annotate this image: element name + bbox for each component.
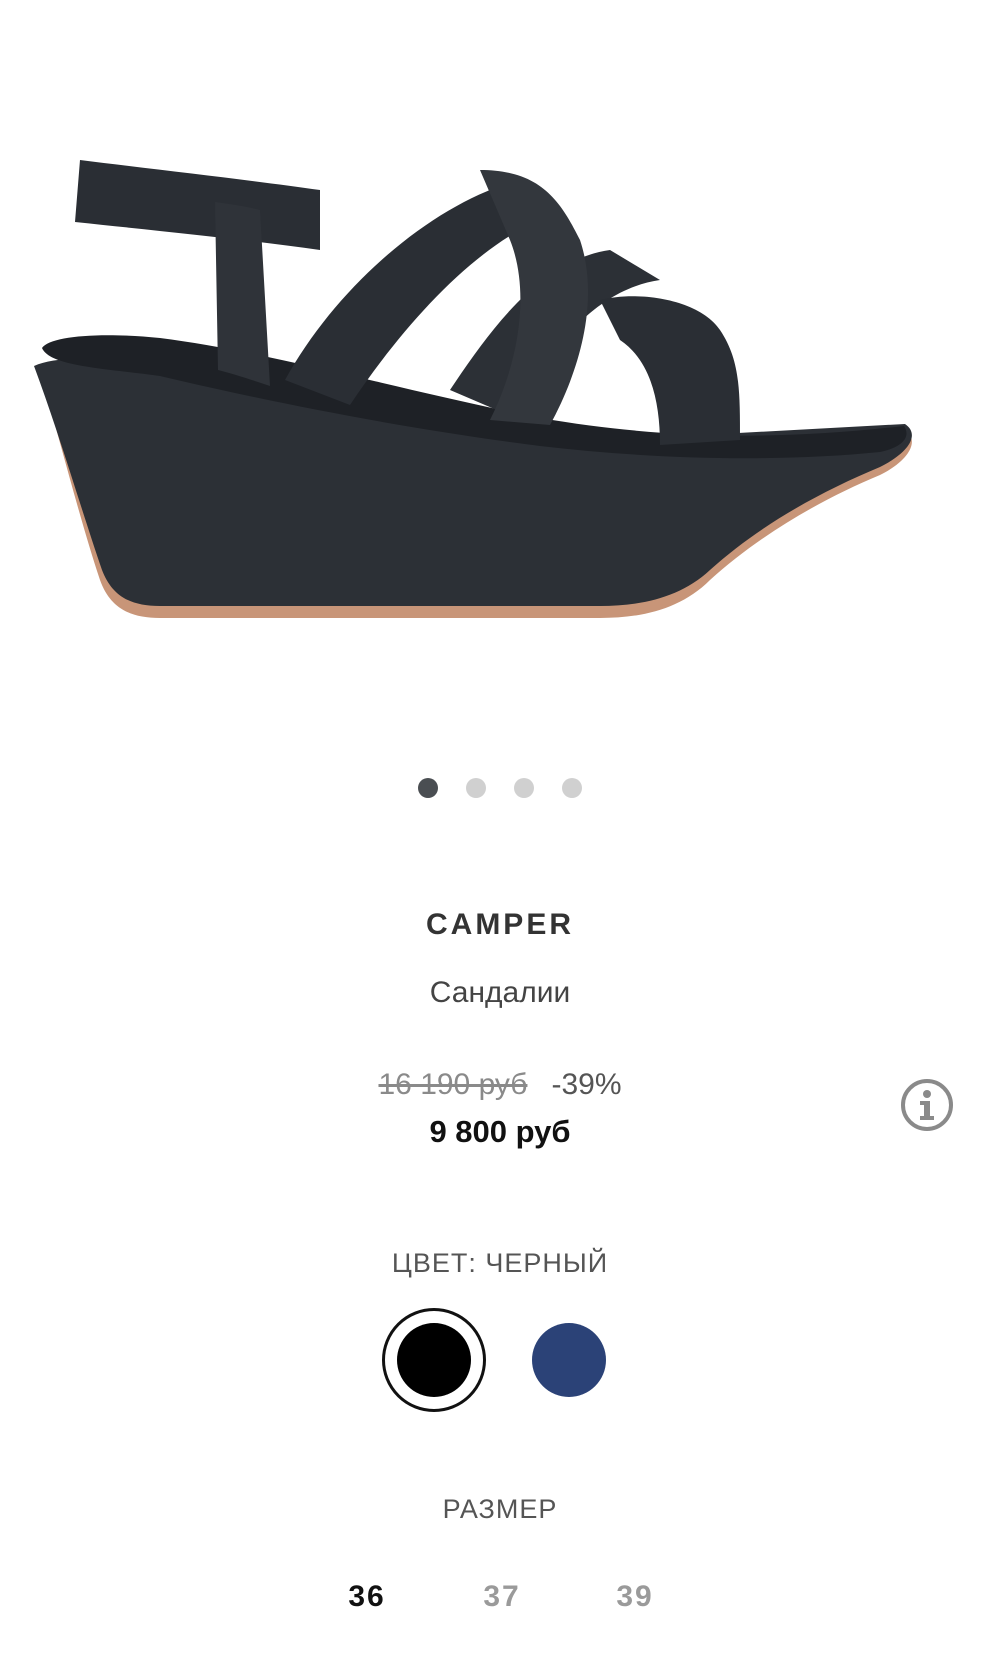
color-swatch-black[interactable] [382,1308,486,1412]
color-swatches [0,1308,1000,1418]
size-option-37[interactable]: 37 [462,1580,542,1614]
size-option-39[interactable]: 39 [595,1580,675,1614]
product-type: Сандалии [429,976,571,1009]
color-swatch-fill [397,1323,471,1397]
size-selector: 36 37 39 [0,1580,1000,1620]
size-option-36[interactable]: 36 [327,1580,407,1614]
gallery-dot-1[interactable] [418,778,438,798]
color-swatch-blue[interactable] [532,1323,606,1397]
old-price-row: 16 190 руб -39% [0,1068,1000,1102]
color-label: ЦВЕТ: ЧЕРНЫЙ [391,1248,609,1278]
gallery-dot-4[interactable] [562,778,582,798]
discount-badge: -39% [551,1068,622,1101]
brand-name[interactable]: CAMPER [0,908,1000,942]
gallery-dot-2[interactable] [466,778,486,798]
size-label: РАЗМЕР [442,1494,558,1524]
sandal-product-image [34,160,912,618]
old-price: 16 190 руб [378,1068,528,1101]
product-image-gallery[interactable] [0,0,1000,720]
gallery-dot-3[interactable] [514,778,534,798]
gallery-pagination [0,778,1000,798]
info-icon[interactable] [900,1078,954,1132]
current-price: 9 800 руб [429,1114,571,1149]
